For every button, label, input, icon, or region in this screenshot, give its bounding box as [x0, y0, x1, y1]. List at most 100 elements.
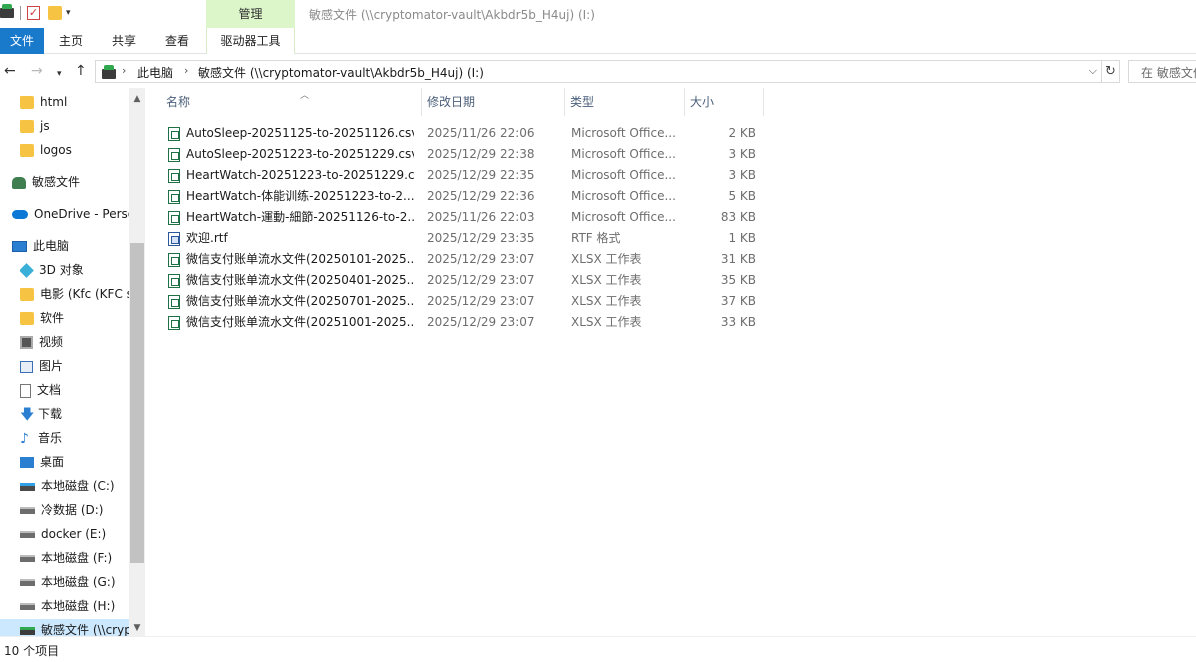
file-size: 83 KB — [720, 210, 756, 224]
nav-item-drive-e[interactable]: docker (E:) — [20, 523, 126, 545]
tab-manage[interactable]: 管理 — [206, 0, 295, 28]
file-size: 1 KB — [728, 231, 756, 245]
table-row[interactable]: HeartWatch-20251223-to-20251229.c... 202… — [166, 165, 766, 186]
desktop-icon — [20, 457, 34, 468]
nav-item-videos[interactable]: 视频 — [20, 331, 126, 353]
tab-share[interactable]: 共享 — [103, 28, 145, 54]
column-header-type[interactable]: 类型 — [565, 88, 685, 116]
csv-file-icon — [168, 190, 180, 204]
csv-file-icon — [168, 148, 180, 162]
folder-icon — [20, 96, 34, 109]
search-input[interactable]: 在 敏感文件 — [1128, 60, 1196, 83]
table-row[interactable]: AutoSleep-20251125-to-20251126.csv 2025/… — [166, 123, 766, 144]
nav-item-drive-i[interactable]: 敏感文件 (\\cryptomator-vault\Akbdr5b_H4uj) … — [0, 619, 129, 636]
customize-toolbar-icon[interactable]: ▾ — [66, 8, 71, 18]
refresh-icon[interactable]: ↻ — [1102, 60, 1120, 83]
scroll-down-icon[interactable]: ▼ — [129, 620, 145, 636]
cloud-icon — [12, 210, 28, 219]
nav-item-3d-objects[interactable]: 3D 对象 — [20, 259, 126, 281]
drive-icon — [0, 4, 14, 18]
search-placeholder: 在 敏感文件 — [1141, 66, 1196, 80]
nav-item-software[interactable]: 软件 — [20, 307, 126, 329]
nav-item-movies[interactable]: 电影 (Kfc (KFC server)) — [20, 283, 129, 305]
breadcrumb-chevron-icon[interactable]: › — [122, 64, 126, 77]
breadcrumb-this-pc[interactable]: 此电脑 — [137, 64, 173, 81]
table-row[interactable]: AutoSleep-20251223-to-20251229.csv 2025/… — [166, 144, 766, 165]
table-row[interactable]: HeartWatch-体能训练-20251223-to-2... 2025/12… — [166, 186, 766, 207]
scrollbar-thumb[interactable] — [130, 243, 144, 563]
toolbar-separator — [20, 6, 21, 20]
file-date: 2025/12/29 23:07 — [427, 315, 535, 329]
file-size: 37 KB — [720, 294, 756, 308]
nav-item-downloads[interactable]: 🡇 下载 — [20, 403, 126, 425]
download-icon: 🡇 — [20, 406, 35, 423]
file-date: 2025/12/29 22:35 — [427, 168, 535, 182]
scroll-up-icon[interactable]: ▲ — [129, 91, 145, 107]
xlsx-file-icon — [168, 295, 180, 309]
file-date: 2025/12/29 23:07 — [427, 294, 535, 308]
forward-arrow-icon[interactable]: → — [31, 63, 43, 79]
nav-item-documents[interactable]: 文档 — [20, 379, 126, 401]
nav-item-this-pc[interactable]: 此电脑 — [12, 235, 126, 257]
column-header-date[interactable]: 修改日期 — [422, 88, 565, 116]
xlsx-file-icon — [168, 253, 180, 267]
file-name: AutoSleep-20251125-to-20251126.csv — [186, 126, 414, 140]
folder-icon — [20, 120, 34, 133]
address-bar[interactable]: › 此电脑 › 敏感文件 (\\cryptomator-vault\Akbdr5… — [95, 60, 1102, 83]
xlsx-file-icon — [168, 274, 180, 288]
nav-item-html[interactable]: html — [20, 91, 126, 113]
table-row[interactable]: 微信支付账单流水文件(20250101-2025... 2025/12/29 2… — [166, 249, 766, 270]
breadcrumb-chevron-icon[interactable]: › — [184, 64, 188, 77]
table-row[interactable]: 欢迎.rtf 2025/12/29 23:35 RTF 格式 1 KB — [166, 228, 766, 249]
nav-item-drive-c[interactable]: 本地磁盘 (C:) — [20, 475, 126, 497]
drive-icon — [20, 507, 35, 514]
tab-home[interactable]: 主页 — [50, 28, 92, 54]
nav-item-logos[interactable]: logos — [20, 139, 126, 161]
nav-item-pictures[interactable]: 图片 — [20, 355, 126, 377]
file-name: 微信支付账单流水文件(20250401-2025... — [186, 273, 414, 287]
tab-view[interactable]: 查看 — [156, 28, 198, 54]
table-row[interactable]: 微信支付账单流水文件(20250701-2025... 2025/12/29 2… — [166, 291, 766, 312]
file-date: 2025/11/26 22:06 — [427, 126, 535, 140]
table-row[interactable]: 微信支付账单流水文件(20250401-2025... 2025/12/29 2… — [166, 270, 766, 291]
column-header-size[interactable]: 大小 — [685, 88, 764, 116]
file-size: 2 KB — [728, 126, 756, 140]
new-folder-icon[interactable] — [48, 6, 62, 20]
back-arrow-icon[interactable]: ← — [4, 63, 16, 79]
document-icon — [20, 383, 31, 398]
nav-item-drive-h[interactable]: 本地磁盘 (H:) — [20, 595, 126, 617]
status-bar: 10 个项目 — [0, 636, 1196, 662]
xlsx-file-icon — [168, 316, 180, 330]
nav-item-onedrive[interactable]: OneDrive - Personal — [12, 203, 129, 225]
nav-item-desktop[interactable]: 桌面 — [20, 451, 126, 473]
table-row[interactable]: 微信支付账单流水文件(20251001-2025... 2025/12/29 2… — [166, 312, 766, 333]
breadcrumb-current-drive[interactable]: 敏感文件 (\\cryptomator-vault\Akbdr5b_H4uj) … — [198, 64, 484, 81]
csv-file-icon — [168, 211, 180, 225]
up-arrow-icon[interactable]: ↑ — [75, 63, 87, 79]
file-type: Microsoft Office... — [571, 210, 676, 224]
nav-item-music[interactable]: ♪ 音乐 — [20, 427, 126, 449]
file-type: XLSX 工作表 — [571, 252, 642, 266]
file-type: XLSX 工作表 — [571, 273, 642, 287]
file-name: AutoSleep-20251223-to-20251229.csv — [186, 147, 414, 161]
nav-item-js[interactable]: js — [20, 115, 126, 137]
file-name: 欢迎.rtf — [186, 231, 228, 245]
tab-file[interactable]: 文件 — [0, 28, 44, 54]
nav-item-drive-d[interactable]: 冷数据 (D:) — [20, 499, 126, 521]
file-name: HeartWatch-20251223-to-20251229.c... — [186, 168, 414, 182]
nav-item-drive-f[interactable]: 本地磁盘 (F:) — [20, 547, 126, 569]
table-row[interactable]: HeartWatch-運動-細節-20251126-to-2... 2025/1… — [166, 207, 766, 228]
network-drive-icon — [20, 626, 35, 635]
nav-pane-scrollbar[interactable]: ▲ ▼ — [129, 88, 145, 636]
address-history-chevron-icon[interactable]: ⌵ — [1089, 64, 1097, 78]
sort-ascending-icon: ︿ — [300, 91, 310, 101]
nav-item-vault-shortcut[interactable]: 敏感文件 — [12, 171, 126, 193]
properties-icon[interactable]: ✓ — [27, 6, 40, 20]
drive-icon — [20, 579, 35, 586]
quick-access-toolbar: ✓ ▾ — [0, 4, 71, 22]
nav-item-drive-g[interactable]: 本地磁盘 (G:) — [20, 571, 126, 593]
column-header-name[interactable]: ︿ 名称 — [166, 88, 422, 116]
recent-locations-chevron-icon[interactable]: ▾ — [57, 66, 62, 82]
file-type: XLSX 工作表 — [571, 294, 642, 308]
tab-drive-tools[interactable]: 驱动器工具 — [206, 28, 295, 54]
